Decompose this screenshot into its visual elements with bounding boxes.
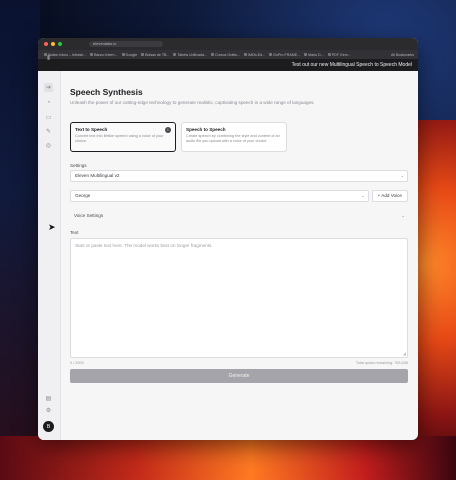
voice-settings-label: Voice Settings <box>74 213 104 218</box>
bookmark-item[interactable]: IMDb-Ed... <box>243 53 265 57</box>
model-select-value: Eleven Multilingual v2 <box>75 173 120 178</box>
close-window-icon[interactable] <box>44 42 48 46</box>
text-label: Text <box>70 230 79 235</box>
voice-select-value: George <box>75 193 91 198</box>
all-bookmarks-button[interactable]: All Bookmarks <box>391 53 414 57</box>
bookmark-item[interactable]: PDF Gem... <box>327 53 351 57</box>
text-input-placeholder: Start or paste text here. The model work… <box>75 243 213 248</box>
bookmark-item[interactable]: GoPro FRAME... <box>269 53 300 57</box>
mode-card-speech-to-speech[interactable]: Speech to Speech Create speech by combin… <box>181 122 287 152</box>
voice-settings-toggle[interactable]: Voice Settings ⌄ <box>70 211 408 220</box>
model-select[interactable]: Eleven Multilingual v2 ⌄ <box>70 170 408 182</box>
voice-icon[interactable]: ◔ <box>44 98 53 107</box>
chevron-down-icon: ⌄ <box>361 193 365 198</box>
book-icon[interactable]: ▤ <box>44 394 53 403</box>
bookmark-item[interactable]: Google <box>121 53 137 57</box>
generate-button[interactable]: Generate <box>70 369 408 383</box>
bookmark-item[interactable]: Mario D... <box>304 53 324 57</box>
card-title: Speech to Speech <box>186 127 226 132</box>
promo-banner[interactable]: Test out our new Multilingual Speech to … <box>38 59 418 71</box>
promo-banner-text: Test out our new Multilingual Speech to … <box>291 62 412 68</box>
resize-handle-icon[interactable]: ◢ <box>403 351 406 356</box>
arrow-icon[interactable]: ➔ <box>44 83 53 92</box>
logo-icon[interactable]: ▮ <box>44 53 53 62</box>
edit-icon[interactable]: ✎ <box>44 127 53 136</box>
settings-icon[interactable]: ⚙ <box>44 406 53 415</box>
bookmarks-bar: Notion Inbox – Infrastr... Banco Intern.… <box>38 50 418 59</box>
voice-select[interactable]: George ⌄ <box>70 190 369 202</box>
quota-remaining: Total quota remaining: 765,836 <box>355 361 408 365</box>
info-icon: i <box>165 127 171 133</box>
browser-titlebar: elevenlabs.io <box>38 38 418 50</box>
card-description: Create speech by combining the style and… <box>186 134 280 143</box>
maximize-window-icon[interactable] <box>58 42 62 46</box>
text-stats: 0 / 2000 Total quota remaining: 765,836 <box>70 361 408 365</box>
page-subtitle: Unleash the power of our cutting-edge te… <box>70 100 315 105</box>
address-bar[interactable]: elevenlabs.io <box>89 41 163 47</box>
desktop-wallpaper-bottom <box>0 436 456 480</box>
text-input[interactable]: Start or paste text here. The model work… <box>70 238 408 358</box>
sidebar: ▮ ➔ ◔ ▭ ✎ ◎ ▤ ⚙ B <box>38 55 61 440</box>
settings-label: Settings <box>70 163 87 168</box>
chevron-down-icon: ⌄ <box>400 173 404 178</box>
mouse-cursor-icon: ➤ <box>48 222 56 232</box>
main-content: Speech Synthesis Unleash the power of ou… <box>60 71 418 440</box>
minimize-window-icon[interactable] <box>51 42 55 46</box>
mode-cards: Text to Speech Convert text into lifelik… <box>70 122 408 152</box>
card-description: Convert text into lifelike speech using … <box>75 134 164 143</box>
waves-icon[interactable]: ◎ <box>44 141 53 150</box>
add-voice-button[interactable]: + Add Voice <box>371 190 408 202</box>
avatar[interactable]: B <box>43 421 54 432</box>
character-count: 0 / 2000 <box>70 361 84 365</box>
card-title: Text to Speech <box>75 127 108 132</box>
mode-card-text-to-speech[interactable]: Text to Speech Convert text into lifelik… <box>70 122 176 152</box>
browser-window: elevenlabs.io Notion Inbox – Infrastr...… <box>38 38 418 440</box>
bookmark-item[interactable]: Cursos Grátis... <box>211 53 240 57</box>
screen-icon[interactable]: ▭ <box>44 113 53 122</box>
bookmark-item[interactable]: Banco Intern... <box>90 53 118 57</box>
page-title: Speech Synthesis <box>70 87 143 97</box>
bookmark-item[interactable]: Bolsas de TB... <box>141 53 169 57</box>
bookmark-item[interactable]: Tabela Unificada... <box>173 53 207 57</box>
desktop-wallpaper-left <box>0 0 40 480</box>
chevron-down-icon: ⌄ <box>401 213 405 218</box>
